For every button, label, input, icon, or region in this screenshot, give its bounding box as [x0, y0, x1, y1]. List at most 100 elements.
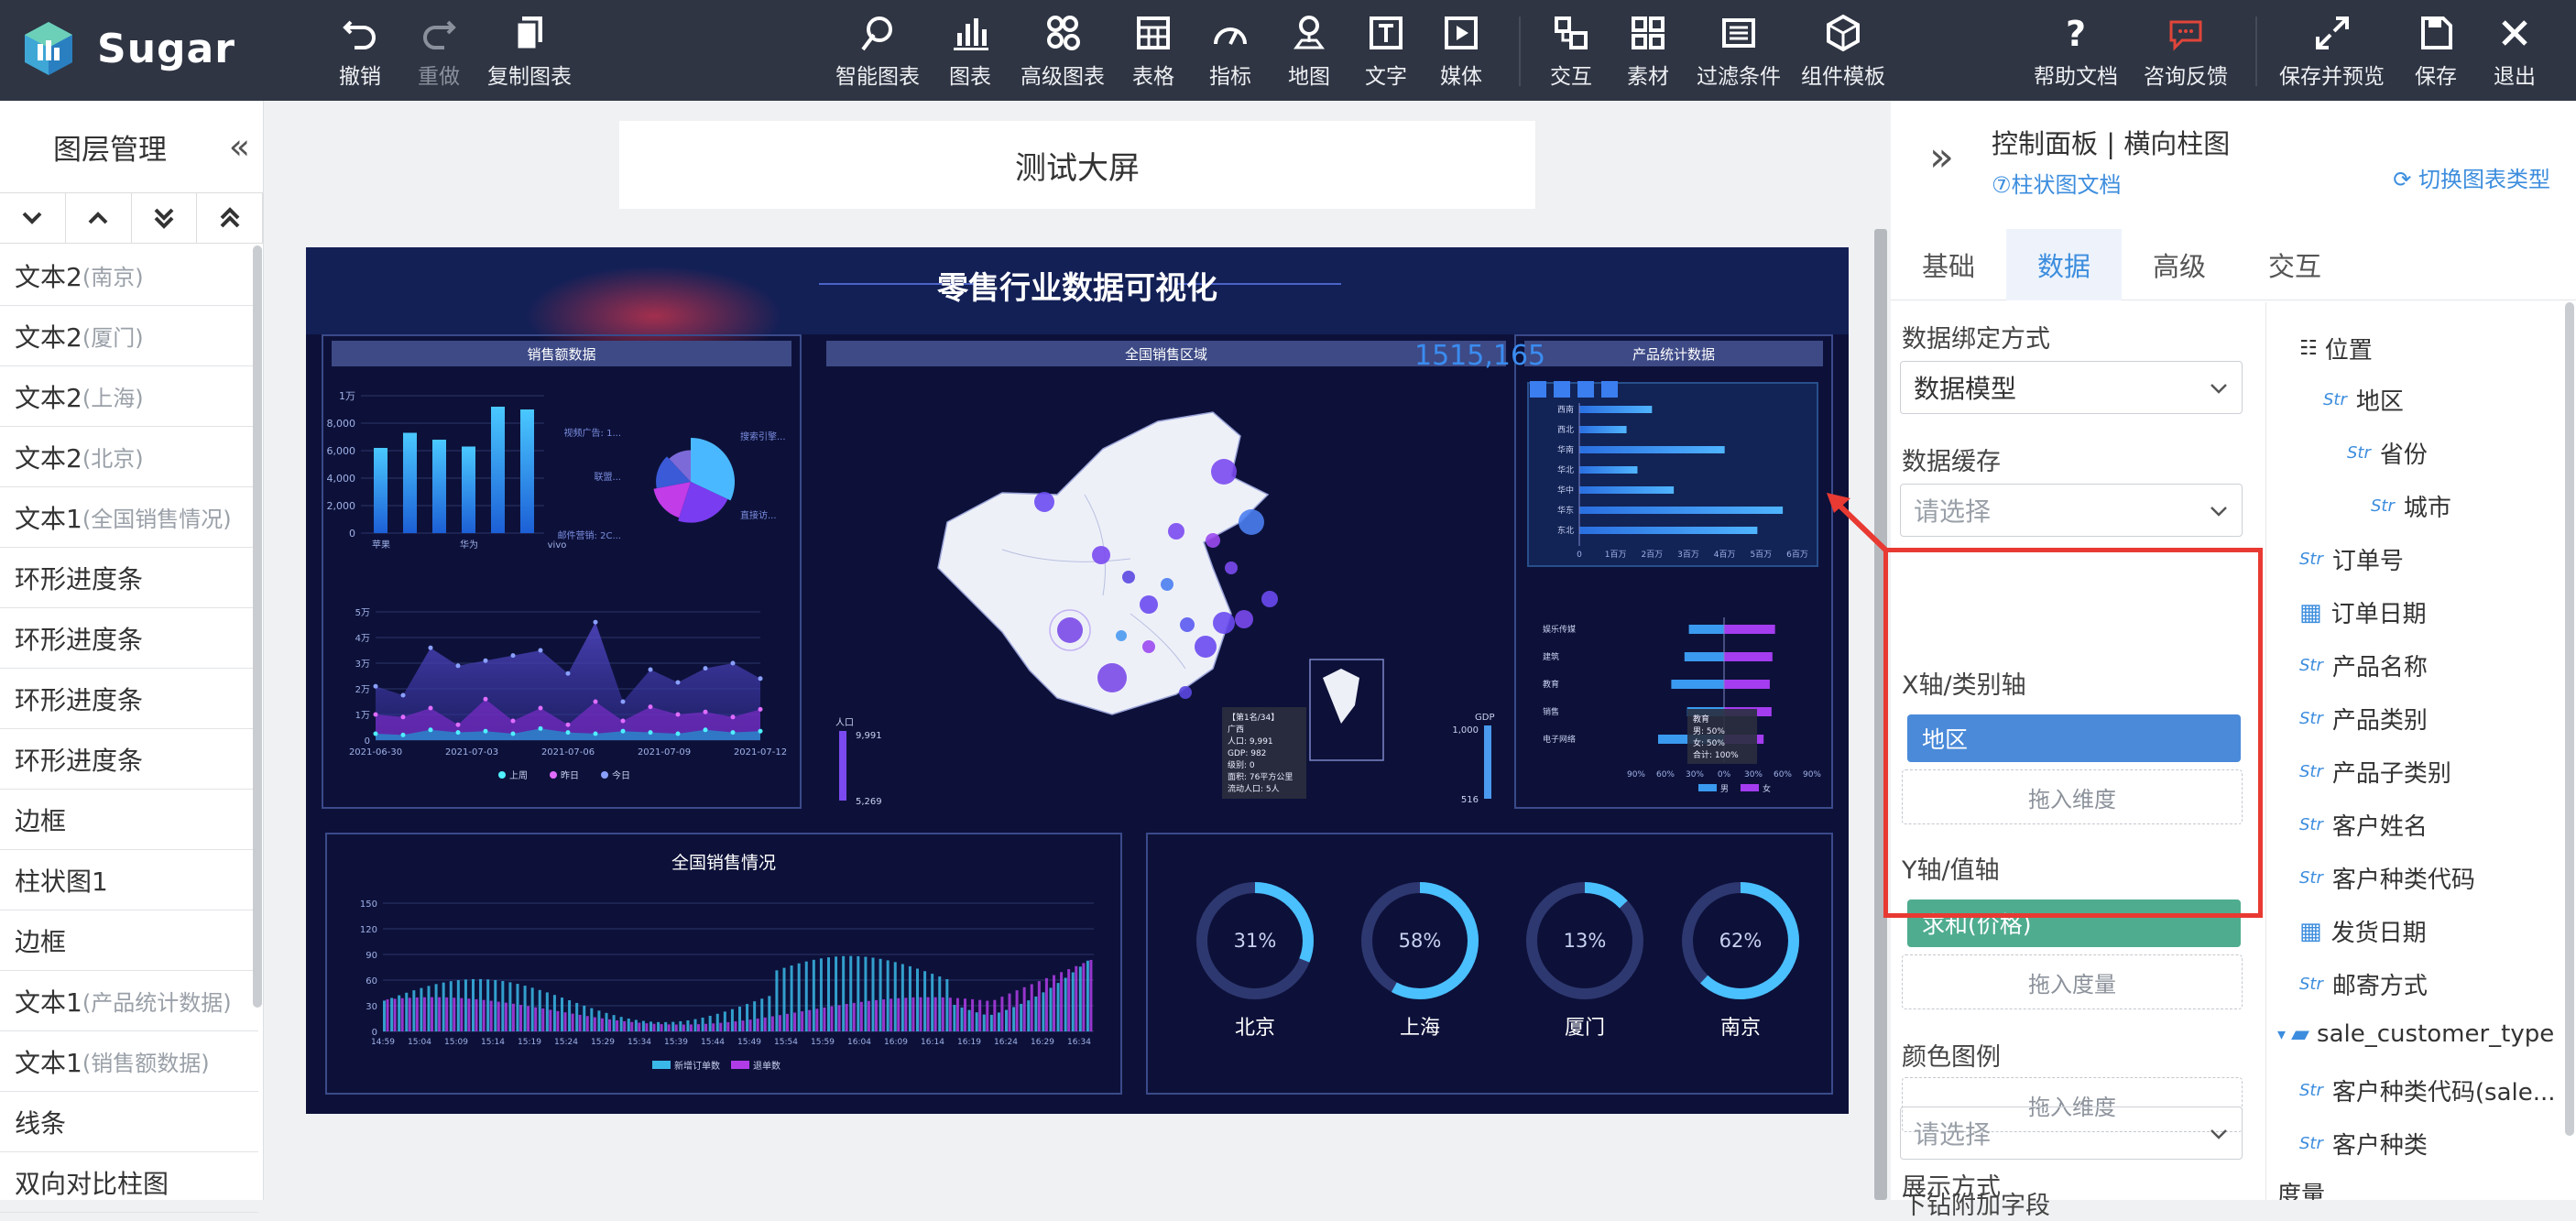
layer-item[interactable]: 环形进度条: [0, 729, 258, 790]
exit-button[interactable]: 退出: [2494, 13, 2536, 90]
tab-advanced[interactable]: 高级: [2122, 229, 2237, 300]
national-bar-orders: [871, 957, 875, 1031]
x-tick-label: 3百万: [1677, 550, 1699, 560]
field-product-category[interactable]: Str 产品类别: [2299, 702, 2428, 736]
layer-item[interactable]: 文本2 (北京): [0, 427, 258, 487]
layer-item[interactable]: 线条: [0, 1092, 258, 1152]
national-bar-orders: [597, 1010, 601, 1031]
switch-chart-type-button[interactable]: ⟳ 切换图表类型: [2393, 161, 2550, 193]
collapse-left-icon[interactable]: «: [229, 126, 250, 167]
consult-feedback-button[interactable]: 咨询反馈: [2144, 13, 2228, 90]
national-bar-orders: [634, 1019, 638, 1031]
product-hbar-chart[interactable]: 西南西北华南华北华中华东东北 0 1百万 2百万 3百万 4百万 5百万 6百万: [1527, 381, 1818, 567]
national-bar-refunds: [911, 997, 915, 1031]
indicator-button[interactable]: 指标: [1209, 13, 1251, 90]
field-customer-type-code[interactable]: Str 客户种类代码: [2299, 861, 2475, 895]
display-mode-select[interactable]: 请选择: [1900, 1107, 2243, 1160]
x-tick-label: 15:14: [481, 1038, 505, 1047]
layer-item[interactable]: 文本2 (南京): [0, 245, 258, 306]
advanced-chart-button[interactable]: 高级图表: [1021, 13, 1105, 90]
x-tick-label: 2百万: [1641, 550, 1663, 560]
category-label: 华东: [1557, 505, 1574, 516]
field-region[interactable]: Str 地区: [2323, 383, 2404, 417]
table-button[interactable]: 表格: [1132, 13, 1174, 90]
dashboard-screen[interactable]: 零售行业数据可视化 销售额数据 全国销售区域 产品统计数据 1515,165 1…: [306, 247, 1849, 1114]
layer-scrollbar[interactable]: [253, 245, 262, 1008]
field-list-scrollbar[interactable]: [2565, 302, 2574, 1136]
layer-item[interactable]: 双向对比柱图: [0, 1152, 258, 1213]
chart-doc-link[interactable]: ⑦柱状图文档: [1992, 167, 2122, 199]
area-point: [400, 692, 406, 698]
layer-item[interactable]: 边框: [0, 790, 258, 850]
layer-item[interactable]: 文本1 (产品统计数据): [0, 971, 258, 1031]
national-bar-refunds: [667, 1024, 671, 1031]
move-top-button[interactable]: [197, 193, 263, 243]
field-ship-date[interactable]: ▦ 发货日期: [2299, 914, 2427, 948]
layer-item[interactable]: 文本2 (厦门): [0, 306, 258, 366]
area-point: [565, 670, 571, 676]
field-order-date[interactable]: ▦ 订单日期: [2299, 595, 2427, 629]
field-folder-sale-customer-type[interactable]: ▾ ▰ sale_customer_type: [2277, 1020, 2554, 1048]
field-customer-type-code-sale[interactable]: Str 客户种类代码(sale...: [2299, 1074, 2556, 1107]
tab-interaction[interactable]: 交互: [2237, 229, 2352, 300]
field-product-subcategory[interactable]: Str 产品子类别: [2299, 755, 2451, 789]
field-ship-mode[interactable]: Str 邮寄方式: [2299, 967, 2428, 1001]
filter-button[interactable]: 过滤条件: [1697, 13, 1781, 90]
national-bar-orders: [545, 992, 549, 1031]
media-button[interactable]: 媒体: [1440, 13, 1482, 90]
save-button[interactable]: 保存: [2415, 13, 2457, 90]
map-button[interactable]: 地图: [1288, 13, 1330, 90]
layer-order-controls: [0, 192, 263, 244]
tab-basic[interactable]: 基础: [1891, 229, 2006, 300]
move-down-button[interactable]: [0, 193, 66, 243]
layer-item[interactable]: 文本1 (销售额数据): [0, 1031, 258, 1092]
undo-button[interactable]: 撤销: [339, 13, 381, 90]
component-template-button[interactable]: 组件模板: [1801, 13, 1885, 90]
area-point: [510, 718, 516, 724]
interaction-button[interactable]: 交互: [1550, 13, 1592, 90]
national-bar-orders: [857, 955, 860, 1031]
material-button[interactable]: 素材: [1627, 13, 1669, 90]
binding-select[interactable]: 数据模型: [1900, 361, 2243, 414]
national-bar-orders: [879, 958, 882, 1031]
layer-item[interactable]: 柱状图1: [0, 850, 258, 910]
move-up-button[interactable]: [66, 193, 132, 243]
layer-item[interactable]: 文本2 (上海): [0, 366, 258, 427]
text-button[interactable]: 文字: [1365, 13, 1407, 90]
layer-item[interactable]: 环形进度条: [0, 548, 258, 608]
national-bar-refunds: [660, 1024, 663, 1031]
redo-button[interactable]: 重做: [418, 13, 460, 90]
layer-item[interactable]: 环形进度条: [0, 669, 258, 729]
help-docs-button[interactable]: ? 帮助文档: [2034, 13, 2118, 90]
national-bar-orders: [975, 1012, 978, 1031]
chart-button[interactable]: 图表: [949, 13, 991, 90]
y-tick-label: 5万: [355, 608, 370, 618]
y-axis-drop-zone[interactable]: 拖入度量: [1902, 954, 2243, 1009]
canvas-title[interactable]: 测试大屏: [619, 121, 1535, 209]
save-preview-button[interactable]: 保存并预览: [2279, 13, 2385, 90]
national-bar-orders: [561, 998, 563, 1031]
map-dot: [1239, 509, 1264, 535]
move-bottom-button[interactable]: [132, 193, 198, 243]
tab-data[interactable]: 数据: [2006, 229, 2123, 300]
map-legend-label: 人口: [835, 717, 854, 728]
smart-chart-button[interactable]: 智能图表: [835, 13, 920, 90]
national-bar-refunds: [1030, 984, 1033, 1031]
copy-chart-button[interactable]: 复制图表: [487, 13, 572, 90]
field-province[interactable]: Str 省份: [2347, 436, 2428, 470]
cache-select[interactable]: 请选择: [1900, 484, 2243, 537]
expand-right-icon[interactable]: »: [1929, 134, 1954, 180]
field-customer-type[interactable]: Str 客户种类: [2299, 1127, 2428, 1161]
map-legend-max: 9,991: [856, 731, 882, 741]
layer-item[interactable]: 文本1 (全国销售情况): [0, 487, 258, 548]
table-icon: [1137, 16, 1170, 49]
field-customer-name[interactable]: Str 客户姓名: [2299, 808, 2428, 842]
layer-name: 线条: [15, 1107, 67, 1139]
national-bar-refunds: [986, 1000, 989, 1031]
field-product-name[interactable]: Str 产品名称: [2299, 649, 2428, 682]
layer-item[interactable]: 环形进度条: [0, 608, 258, 669]
layer-item[interactable]: 边框: [0, 910, 258, 971]
field-group-position[interactable]: ☷ 位置: [2299, 332, 2373, 365]
field-city[interactable]: Str 城市: [2371, 489, 2451, 523]
field-order-no[interactable]: Str 订单号: [2299, 542, 2404, 576]
